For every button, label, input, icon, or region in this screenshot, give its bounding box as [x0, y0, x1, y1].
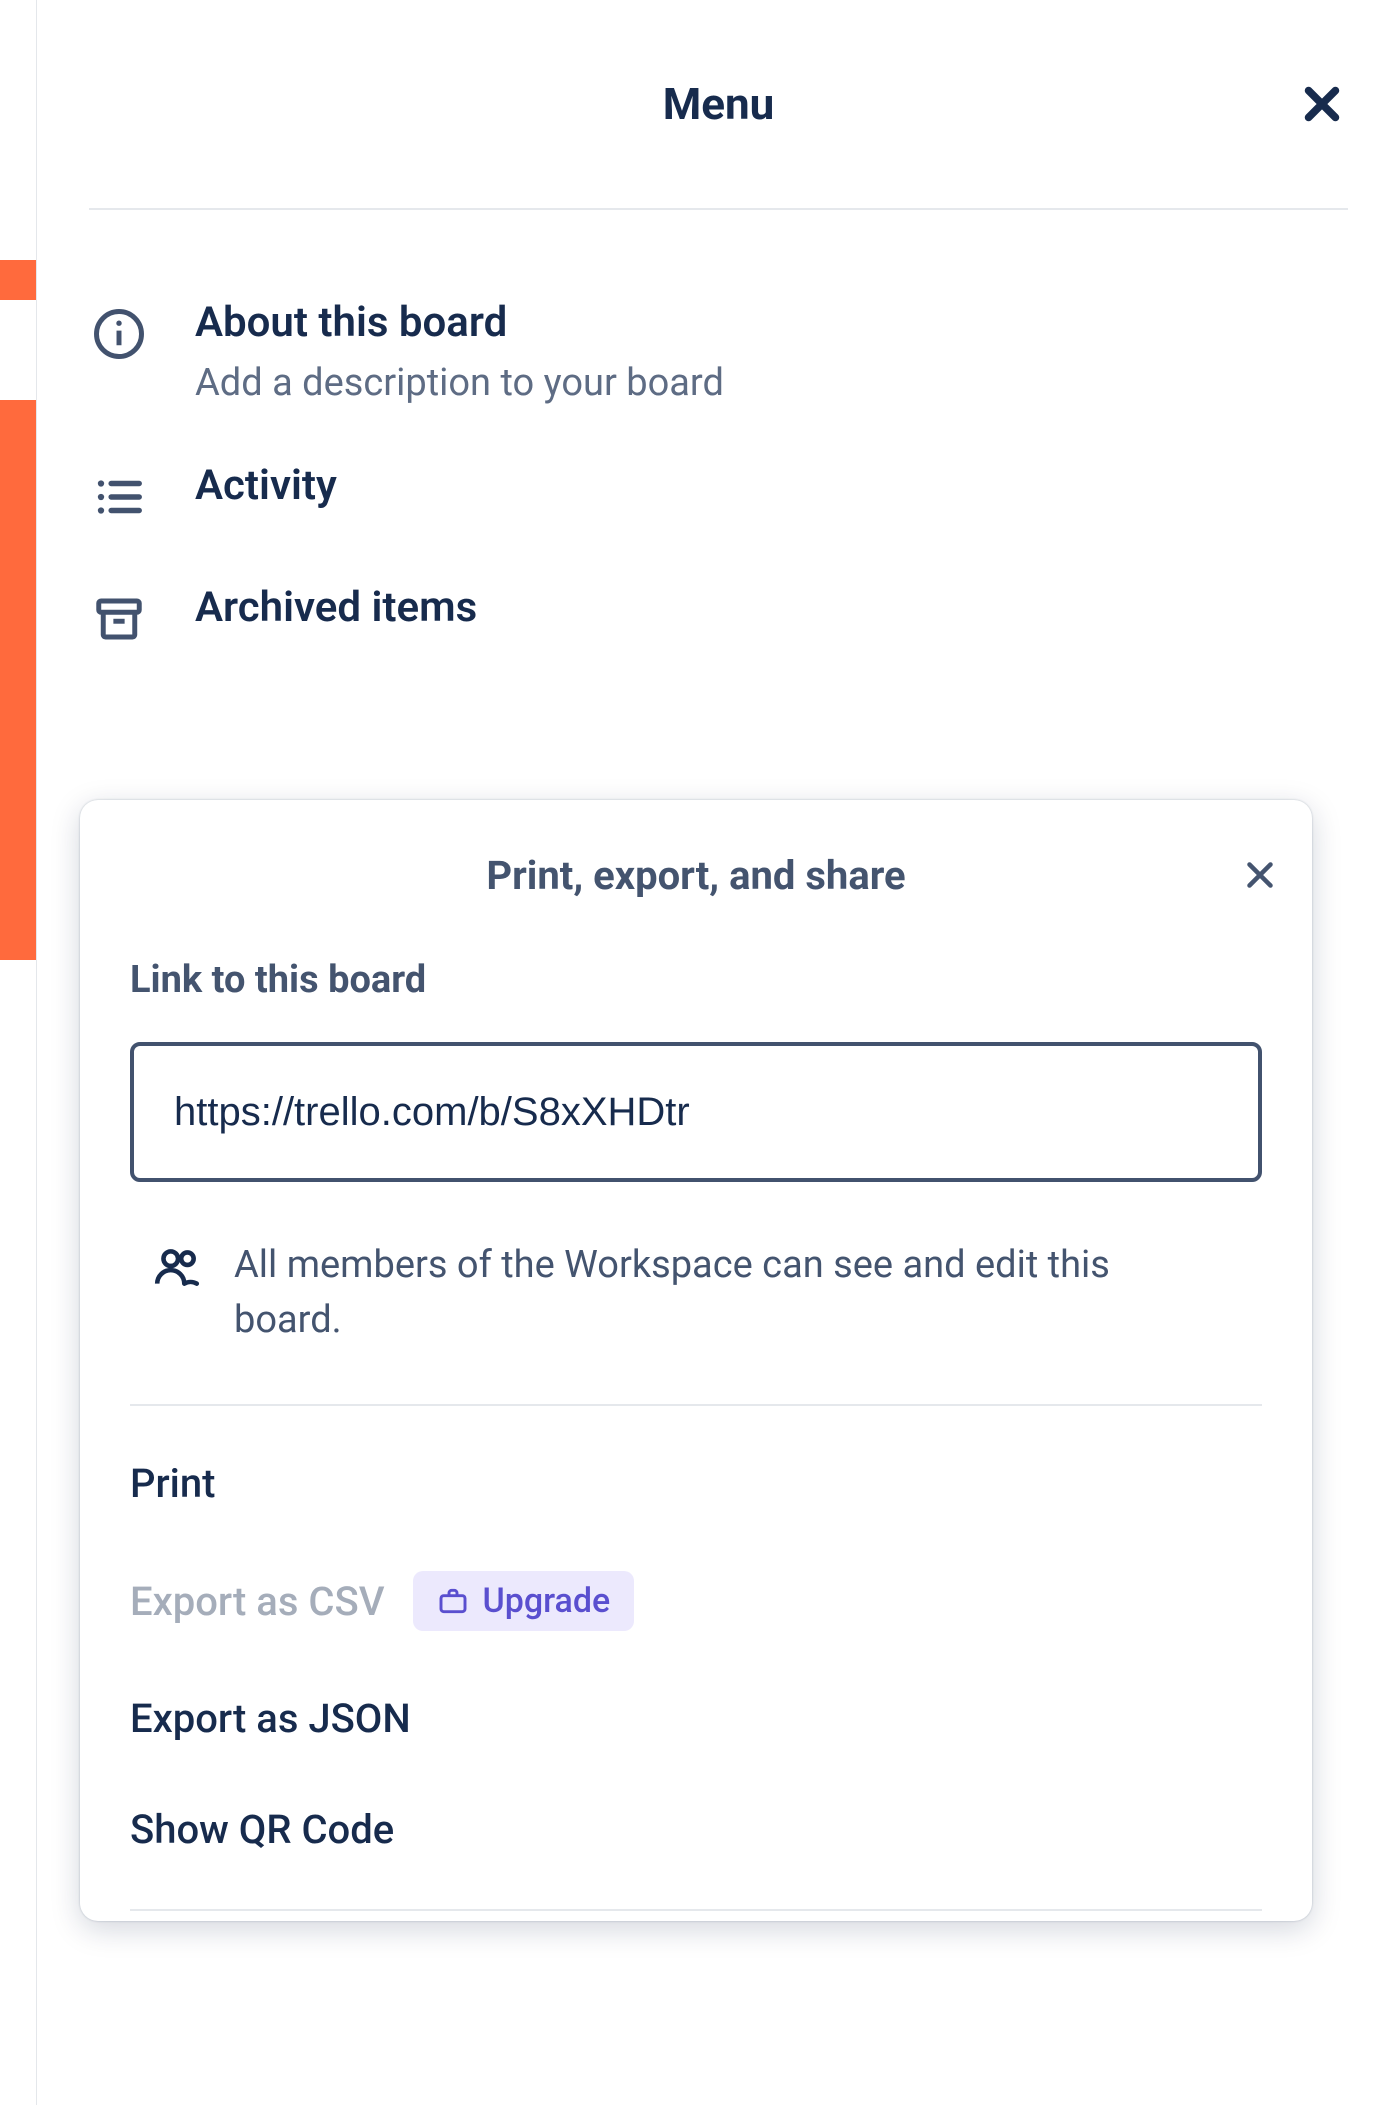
menu-item-label: Archived items: [195, 583, 477, 632]
members-icon: [152, 1242, 208, 1298]
link-section-label: Link to this board: [130, 958, 1262, 1002]
upgrade-badge[interactable]: Upgrade: [413, 1571, 635, 1631]
menu-item-activity[interactable]: Activity: [89, 433, 1348, 555]
board-background-sliver: [0, 0, 40, 2105]
visibility-text: All members of the Workspace can see and…: [234, 1238, 1262, 1348]
popover-body: Link to this board All members of the Wo…: [80, 958, 1312, 1911]
menu-item-label: About this board: [195, 298, 724, 347]
action-divider: [130, 1909, 1262, 1911]
briefcase-icon: [437, 1585, 469, 1617]
popover-header: Print, export, and share: [80, 800, 1312, 950]
action-list: Print Export as CSV Upgrade Export as JS…: [130, 1406, 1262, 1911]
archive-icon: [89, 589, 149, 649]
print-action[interactable]: Print: [130, 1428, 1262, 1539]
menu-item-about-board[interactable]: About this board Add a description to yo…: [89, 270, 1348, 433]
menu-item-sublabel: Add a description to your board: [195, 361, 724, 405]
menu-list: About this board Add a description to yo…: [37, 210, 1400, 677]
show-qr-action[interactable]: Show QR Code: [130, 1774, 1262, 1885]
print-export-share-popover: Print, export, and share Link to this bo…: [80, 800, 1312, 1921]
menu-item-label: Activity: [195, 461, 337, 510]
menu-header: Menu: [89, 0, 1348, 210]
upgrade-badge-label: Upgrade: [483, 1581, 611, 1621]
info-icon: [89, 304, 149, 364]
action-label: Show QR Code: [130, 1806, 394, 1853]
action-label: Export as CSV: [130, 1578, 385, 1625]
close-popover-button[interactable]: [1232, 847, 1288, 903]
activity-list-icon: [89, 467, 149, 527]
board-link-input[interactable]: [130, 1042, 1262, 1182]
export-json-action[interactable]: Export as JSON: [130, 1663, 1262, 1774]
menu-item-archived[interactable]: Archived items: [89, 555, 1348, 677]
visibility-row: All members of the Workspace can see and…: [130, 1238, 1262, 1406]
close-icon: [1299, 81, 1345, 127]
close-menu-button[interactable]: [1290, 72, 1354, 136]
export-csv-action[interactable]: Export as CSV Upgrade: [130, 1539, 1262, 1663]
menu-title: Menu: [663, 78, 775, 130]
close-icon: [1242, 857, 1278, 893]
action-label: Export as JSON: [130, 1695, 411, 1742]
popover-title: Print, export, and share: [486, 852, 905, 899]
action-label: Print: [130, 1460, 215, 1507]
